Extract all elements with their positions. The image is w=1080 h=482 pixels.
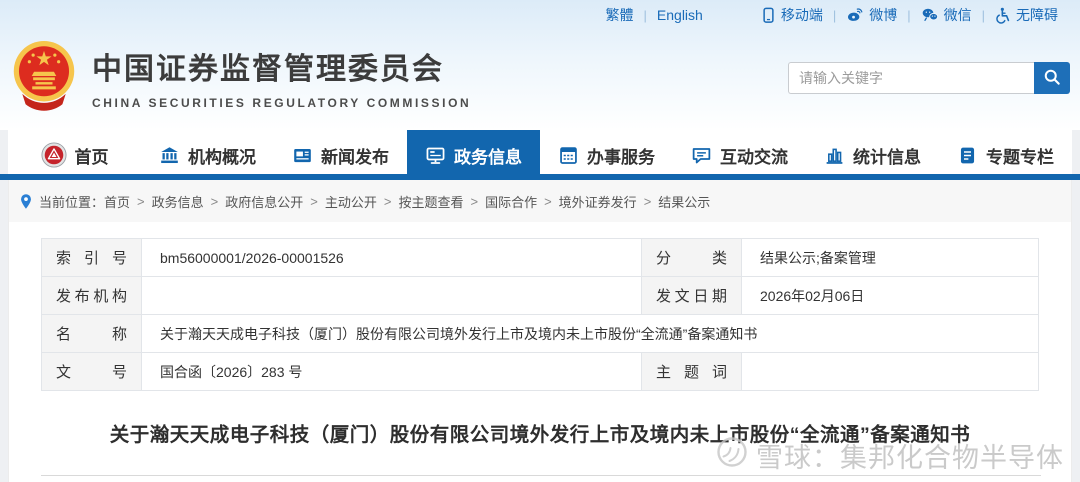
nav-item-news[interactable]: 新闻发布 xyxy=(274,130,407,180)
breadcrumb: 当前位置： 首页 > 政务信息 > 政府信息公开 > 主动公开 > 按主题查看 … xyxy=(9,180,1071,222)
breadcrumb-separator: > xyxy=(643,193,652,209)
lang-english-link[interactable]: English xyxy=(657,7,703,23)
search-icon xyxy=(1042,67,1062,90)
newspaper-icon xyxy=(292,145,313,166)
topic-document-icon xyxy=(957,145,978,166)
weibo-link[interactable]: 微博 xyxy=(846,5,897,25)
weibo-link-label: 微博 xyxy=(869,7,898,23)
nav-item-special-topics[interactable]: 专题专栏 xyxy=(939,130,1072,180)
document-number-label: 文 号 xyxy=(41,352,142,391)
wechat-link[interactable]: 微信 xyxy=(921,5,972,25)
mobile-phone-icon xyxy=(761,7,776,24)
issue-date-value: 2026年02月06日 xyxy=(741,276,1039,315)
site-title-chinese: 中国证券监督管理委员会 xyxy=(92,53,444,86)
csrc-logo-icon xyxy=(40,142,67,168)
bank-icon xyxy=(159,145,180,166)
divider xyxy=(41,475,1041,476)
nav-item-interaction[interactable]: 互动交流 xyxy=(673,130,806,180)
breadcrumb-active-disclosure[interactable]: 主动公开 xyxy=(325,192,377,211)
topbar: 繁體 | English 移动端 | 微博 | 微信 | 无障碍 xyxy=(606,0,1058,30)
nav-item-label: 机构概况 xyxy=(188,147,256,167)
content-area: 当前位置： 首页 > 政务信息 > 政府信息公开 > 主动公开 > 按主题查看 … xyxy=(8,180,1072,482)
nav-item-label: 政务信息 xyxy=(454,147,522,167)
table-row: 名 称 关于瀚天天成电子科技（厦门）股份有限公司境外发行上市及境内未上市股份“全… xyxy=(41,314,1039,353)
breadcrumb-separator: > xyxy=(137,193,145,209)
monitor-icon xyxy=(425,145,446,166)
nav-item-services[interactable]: 办事服务 xyxy=(540,130,673,180)
lang-traditional-link[interactable]: 繁體 xyxy=(606,5,634,25)
search-button[interactable] xyxy=(1034,62,1070,94)
accessibility-link-label: 无障碍 xyxy=(1016,7,1058,23)
search-input[interactable] xyxy=(788,62,1034,94)
document-name-value: 关于瀚天天成电子科技（厦门）股份有限公司境外发行上市及境内未上市股份“全流通”备… xyxy=(141,314,1039,353)
nav-item-label: 互动交流 xyxy=(720,147,788,167)
breadcrumb-by-topic[interactable]: 按主题查看 xyxy=(398,192,463,211)
nav-item-label: 办事服务 xyxy=(587,147,655,167)
breadcrumb-home[interactable]: 首页 xyxy=(104,192,130,211)
breadcrumb-international[interactable]: 国际合作 xyxy=(485,192,537,211)
category-label: 分 类 xyxy=(641,238,742,277)
nav-item-label: 首页 xyxy=(74,147,109,167)
service-document-icon xyxy=(558,145,579,166)
accessibility-link[interactable]: 无障碍 xyxy=(995,5,1058,25)
publisher-value xyxy=(141,276,642,315)
subject-words-value xyxy=(741,352,1039,391)
nav-item-government-info[interactable]: 政务信息 xyxy=(407,130,540,180)
accessibility-wheelchair-icon xyxy=(995,7,1011,24)
site-brand: 中国证券监督管理委员会 CHINA SECURITIES REGULATORY … xyxy=(92,44,471,110)
mobile-link-label: 移动端 xyxy=(780,7,823,23)
nav-item-label: 统计信息 xyxy=(853,147,921,167)
main-nav: 首页 机构概况 新闻发布 政务信息 办事服务 互动交流 统计信息 专题专栏 xyxy=(8,130,1072,180)
publisher-label: 发布机构 xyxy=(41,276,142,315)
category-value: 结果公示;备案管理 xyxy=(741,238,1039,277)
weibo-icon xyxy=(846,7,864,23)
location-pin-icon xyxy=(19,193,33,210)
breadcrumb-government-info[interactable]: 政务信息 xyxy=(152,192,204,211)
nav-item-label: 新闻发布 xyxy=(321,147,389,167)
document-name-label: 名 称 xyxy=(41,314,142,353)
site-title-english: CHINA SECURITIES REGULATORY COMMISSION xyxy=(92,96,472,110)
document-number-value: 国合函〔2026〕283 号 xyxy=(141,352,642,391)
topbar-divider: | xyxy=(832,7,837,23)
breadcrumb-separator: > xyxy=(210,193,219,209)
bar-chart-icon xyxy=(824,145,845,166)
breadcrumb-separator: > xyxy=(470,193,479,209)
wechat-icon xyxy=(921,7,939,23)
subject-words-label: 主 题 词 xyxy=(641,352,742,391)
document-title: 关于瀚天天成电子科技（厦门）股份有限公司境外发行上市及境内未上市股份“全流通”备… xyxy=(109,424,971,446)
issue-date-label: 发文日期 xyxy=(641,276,742,315)
nav-item-organization[interactable]: 机构概况 xyxy=(141,130,274,180)
site-search xyxy=(788,62,1070,94)
nav-item-label: 专题专栏 xyxy=(986,147,1054,167)
table-row: 索 引 号 bm56000001/2026-00001526 分 类 结果公示;… xyxy=(41,238,1039,277)
table-row: 文 号 国合函〔2026〕283 号 主 题 词 xyxy=(41,352,1039,391)
topbar-divider: | xyxy=(643,7,647,23)
nav-item-home[interactable]: 首页 xyxy=(8,130,141,180)
chat-bubble-icon xyxy=(691,145,712,166)
wechat-link-label: 微信 xyxy=(943,7,972,23)
site-header: 繁體 | English 移动端 | 微博 | 微信 | 无障碍 中国证券监督管… xyxy=(0,0,1080,130)
mobile-link[interactable]: 移动端 xyxy=(761,5,823,25)
breadcrumb-results[interactable]: 结果公示 xyxy=(658,192,710,211)
breadcrumb-prefix: 当前位置： xyxy=(39,194,105,210)
breadcrumb-overseas-issuance[interactable]: 境外证券发行 xyxy=(559,192,637,211)
index-number-value: bm56000001/2026-00001526 xyxy=(141,238,642,277)
table-row: 发布机构 发文日期 2026年02月06日 xyxy=(41,276,1039,315)
document-info-table: 索 引 号 bm56000001/2026-00001526 分 类 结果公示;… xyxy=(41,238,1039,391)
breadcrumb-info-disclosure[interactable]: 政府信息公开 xyxy=(225,192,303,211)
breadcrumb-separator: > xyxy=(544,193,552,209)
topbar-divider: | xyxy=(907,7,911,23)
nav-item-statistics[interactable]: 统计信息 xyxy=(806,130,939,180)
topbar-divider: | xyxy=(981,7,985,23)
breadcrumb-separator: > xyxy=(383,193,392,209)
breadcrumb-separator: > xyxy=(310,193,318,209)
index-number-label: 索 引 号 xyxy=(41,238,142,277)
national-emblem xyxy=(10,36,78,119)
